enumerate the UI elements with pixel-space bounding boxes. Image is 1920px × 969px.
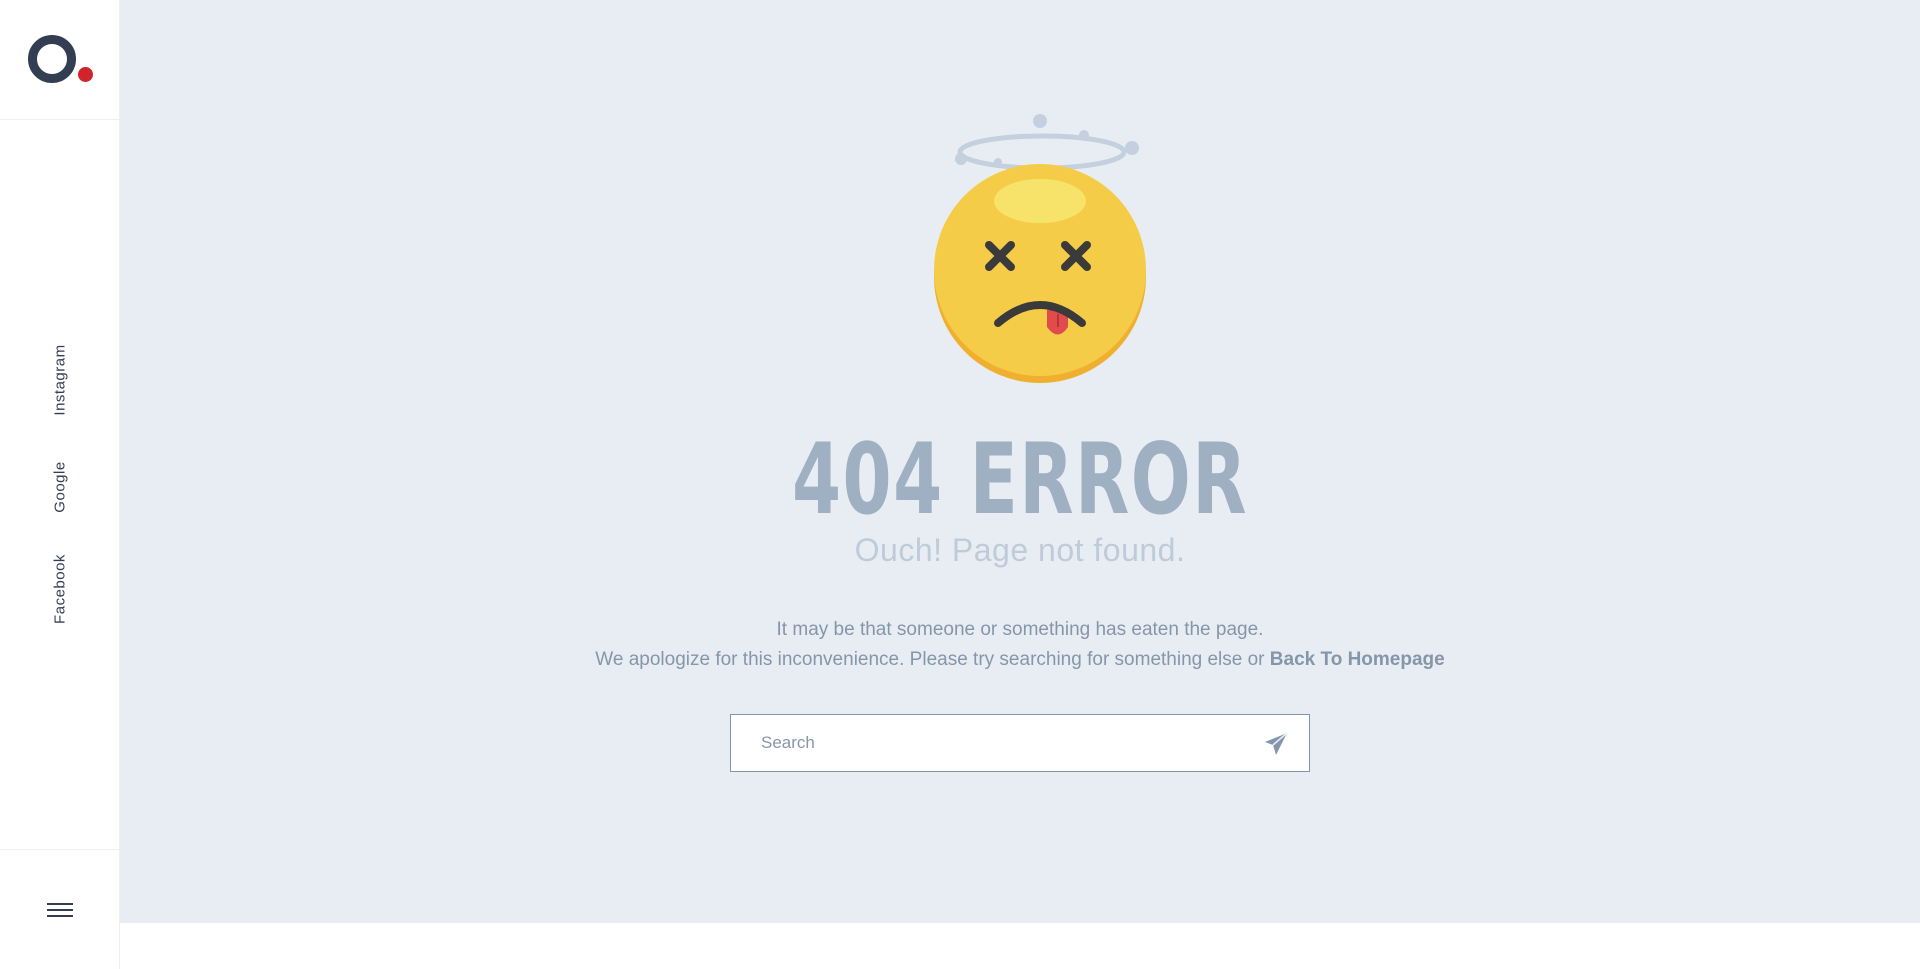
error-message-line-2: We apologize for this inconvenience. Ple… (120, 645, 1920, 675)
error-message-line-2-text: We apologize for this inconvenience. Ple… (595, 649, 1265, 670)
search-input[interactable] (731, 715, 1231, 771)
main-content: 404 ERROR Ouch! Page not found. It may b… (120, 0, 1920, 923)
social-link-facebook[interactable]: Facebook (52, 554, 69, 624)
logo[interactable] (0, 0, 120, 120)
social-link-instagram[interactable]: Instagram (52, 344, 69, 415)
back-to-homepage-link[interactable]: Back To Homepage (1270, 649, 1445, 670)
hamburger-menu-icon[interactable] (47, 903, 73, 921)
error-title: 404 ERROR (791, 423, 1248, 537)
logo-icon (28, 35, 76, 83)
sidebar: Instagram Google Facebook (0, 0, 120, 969)
error-subtitle: Ouch! Page not found. (854, 532, 1186, 568)
search-form (730, 714, 1310, 772)
paper-plane-icon[interactable] (1263, 731, 1289, 757)
logo-accent-dot (78, 67, 93, 82)
sidebar-footer (0, 849, 120, 969)
dizzy-face-emoji-icon (934, 114, 1146, 383)
error-message-line-1: It may be that someone or something has … (776, 619, 1264, 640)
error-message: It may be that someone or something has … (120, 615, 1920, 675)
social-link-google[interactable]: Google (52, 461, 69, 512)
social-links: Instagram Google Facebook (0, 340, 120, 630)
